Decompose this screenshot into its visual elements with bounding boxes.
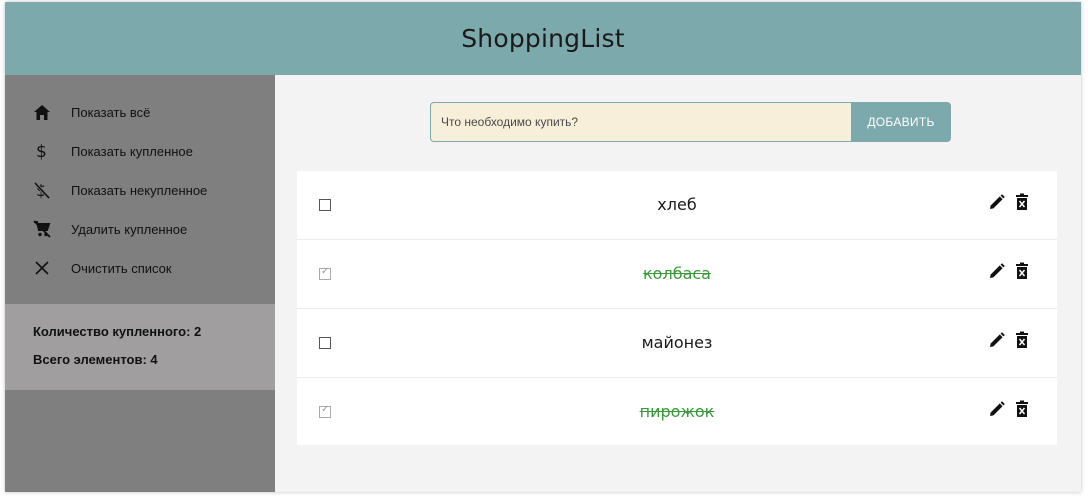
menu-item-label: Удалить купленное bbox=[71, 222, 188, 237]
item-name: хлеб bbox=[657, 195, 697, 214]
menu-item-show-bought[interactable]: $ Показать купленное bbox=[5, 132, 275, 171]
trash-icon[interactable] bbox=[1015, 331, 1033, 349]
app-window: ShoppingList Показать всё $ Показать куп… bbox=[5, 2, 1081, 492]
total-count: Всего элементов: 4 bbox=[33, 352, 158, 367]
add-item-form: ДОБАВИТЬ bbox=[430, 102, 952, 144]
close-icon bbox=[31, 258, 53, 278]
app-title: ShoppingList bbox=[461, 24, 625, 53]
main-content: ДОБАВИТЬ хлеб колбаса bbox=[275, 75, 1081, 492]
pencil-icon[interactable] bbox=[988, 331, 1006, 349]
dollar-icon: $ bbox=[31, 141, 53, 161]
pencil-icon[interactable] bbox=[988, 400, 1006, 418]
dollar-off-icon: $ bbox=[31, 180, 53, 200]
menu-item-label: Показать всё bbox=[71, 105, 151, 120]
app-header: ShoppingList bbox=[5, 2, 1081, 75]
pencil-icon[interactable] bbox=[988, 262, 1006, 280]
menu-item-label: Показать купленное bbox=[71, 144, 193, 159]
menu-item-show-not-bought[interactable]: $ Показать некупленное bbox=[5, 171, 275, 210]
trash-icon[interactable] bbox=[1015, 262, 1033, 280]
svg-text:$: $ bbox=[36, 142, 47, 161]
list-item: пирожок bbox=[297, 378, 1057, 445]
item-input[interactable] bbox=[430, 102, 852, 142]
list-item: хлеб bbox=[297, 171, 1057, 240]
trash-icon[interactable] bbox=[1015, 400, 1033, 418]
trash-icon[interactable] bbox=[1015, 193, 1033, 211]
menu-item-clear-list[interactable]: Очистить список bbox=[5, 249, 275, 288]
menu-item-show-all[interactable]: Показать всё bbox=[5, 93, 275, 132]
add-button[interactable]: ДОБАВИТЬ bbox=[851, 102, 951, 142]
list-item: колбаса bbox=[297, 240, 1057, 309]
item-name: колбаса bbox=[643, 264, 711, 283]
sidebar-menu: Показать всё $ Показать купленное $ Пока… bbox=[5, 93, 275, 288]
menu-item-delete-bought[interactable]: Удалить купленное bbox=[5, 210, 275, 249]
menu-item-label: Очистить список bbox=[71, 261, 172, 276]
item-name: пирожок bbox=[639, 402, 715, 421]
menu-item-label: Показать некупленное bbox=[71, 183, 208, 198]
sidebar: Показать всё $ Показать купленное $ Пока… bbox=[5, 75, 275, 492]
item-name: майонез bbox=[641, 333, 713, 352]
bought-count: Количество купленного: 2 bbox=[33, 324, 202, 339]
stats-panel: Количество купленного: 2 Всего элементов… bbox=[5, 304, 275, 390]
home-icon bbox=[31, 102, 53, 122]
pencil-icon[interactable] bbox=[988, 193, 1006, 211]
remove-cart-icon bbox=[31, 219, 53, 239]
shopping-list: хлеб колбаса майонез bbox=[297, 171, 1057, 445]
list-item: майонез bbox=[297, 309, 1057, 378]
